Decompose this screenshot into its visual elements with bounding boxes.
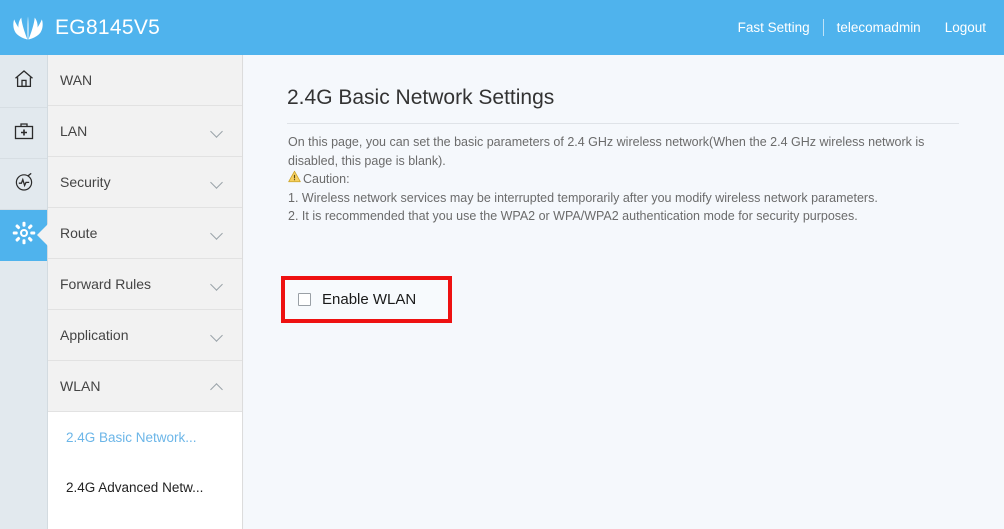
sidebar-item-forward-rules[interactable]: Forward Rules [48, 259, 242, 310]
chevron-down-icon [211, 127, 224, 135]
chevron-up-icon [211, 382, 224, 390]
sidebar-item-2.4g-basic-network[interactable]: 2.4G Basic Network... [48, 412, 242, 462]
sidebar-item-lan[interactable]: LAN [48, 106, 242, 157]
warning-triangle-icon [288, 170, 301, 189]
app-header: EG8145V5 Fast Setting telecomadmin Logou… [0, 0, 1004, 55]
rail-item-settings[interactable] [0, 210, 48, 261]
sidebar-item-label: Application [60, 327, 129, 343]
chevron-down-icon [211, 229, 224, 237]
chevron-down-icon [211, 331, 224, 339]
rail-item-diagnosis[interactable] [0, 159, 47, 210]
submenu-item-label: 2.4G Advanced Netw... [66, 479, 204, 495]
username-link[interactable]: telecomadmin [837, 20, 921, 35]
enable-wlan-label: Enable WLAN [322, 291, 417, 308]
sidebar-item-label: Security [60, 174, 111, 190]
page-description: On this page, you can set the basic para… [288, 133, 968, 226]
submenu-item-label: 2.4G Basic Network... [66, 429, 197, 445]
caution-header: Caution: [288, 170, 968, 189]
caution-label: Caution: [303, 172, 350, 186]
sidebar-item-2.4g-advanced-network[interactable]: 2.4G Advanced Netw... [48, 462, 242, 512]
rail-item-maintenance[interactable] [0, 108, 47, 159]
sidebar-item-label: Route [60, 225, 98, 241]
huawei-flower-logo-icon [10, 13, 46, 43]
sidebar-item-label: LAN [60, 123, 88, 139]
sidebar-item-application[interactable]: Application [48, 310, 242, 361]
sidebar-item-wan[interactable]: WAN [48, 55, 242, 106]
title-divider [287, 123, 959, 124]
brand-name: EG8145V5 [55, 15, 161, 39]
caution-item-2: 2. It is recommended that you use the WP… [288, 209, 858, 223]
description-text: On this page, you can set the basic para… [288, 135, 925, 168]
header-nav: Fast Setting telecomadmin Logout [738, 19, 986, 36]
sidebar-item-wlan[interactable]: WLAN [48, 361, 242, 412]
brand: EG8145V5 [10, 13, 160, 43]
caution-item-1: 1. Wireless network services may be inte… [288, 190, 878, 205]
sidebar-item-route[interactable]: Route [48, 208, 242, 259]
sidebar-item-label: Forward Rules [60, 276, 152, 292]
page-title: 2.4G Basic Network Settings [287, 86, 555, 109]
sidebar-item-label: WLAN [60, 378, 101, 394]
home-icon [12, 67, 36, 96]
content-area: 2.4G Basic Network Settings On this page… [244, 55, 1004, 529]
rail-item-home[interactable] [0, 55, 47, 108]
fast-setting-link[interactable]: Fast Setting [738, 20, 810, 35]
chevron-down-icon [211, 280, 224, 288]
sidebar-submenu-wlan: 2.4G Basic Network... 2.4G Advanced Netw… [48, 412, 243, 529]
enable-wlan-checkbox[interactable] [298, 293, 311, 306]
diagnosis-gauge-icon [12, 170, 36, 199]
header-divider [822, 19, 824, 36]
sidebar-item-security[interactable]: Security [48, 157, 242, 208]
gear-icon [11, 220, 37, 251]
sidebar-item-label: WAN [60, 72, 93, 88]
icon-rail [0, 55, 48, 529]
toolbox-plus-icon [12, 119, 36, 148]
logout-link[interactable]: Logout [945, 20, 986, 35]
chevron-down-icon [211, 178, 224, 186]
enable-wlan-highlight: Enable WLAN [281, 276, 452, 323]
